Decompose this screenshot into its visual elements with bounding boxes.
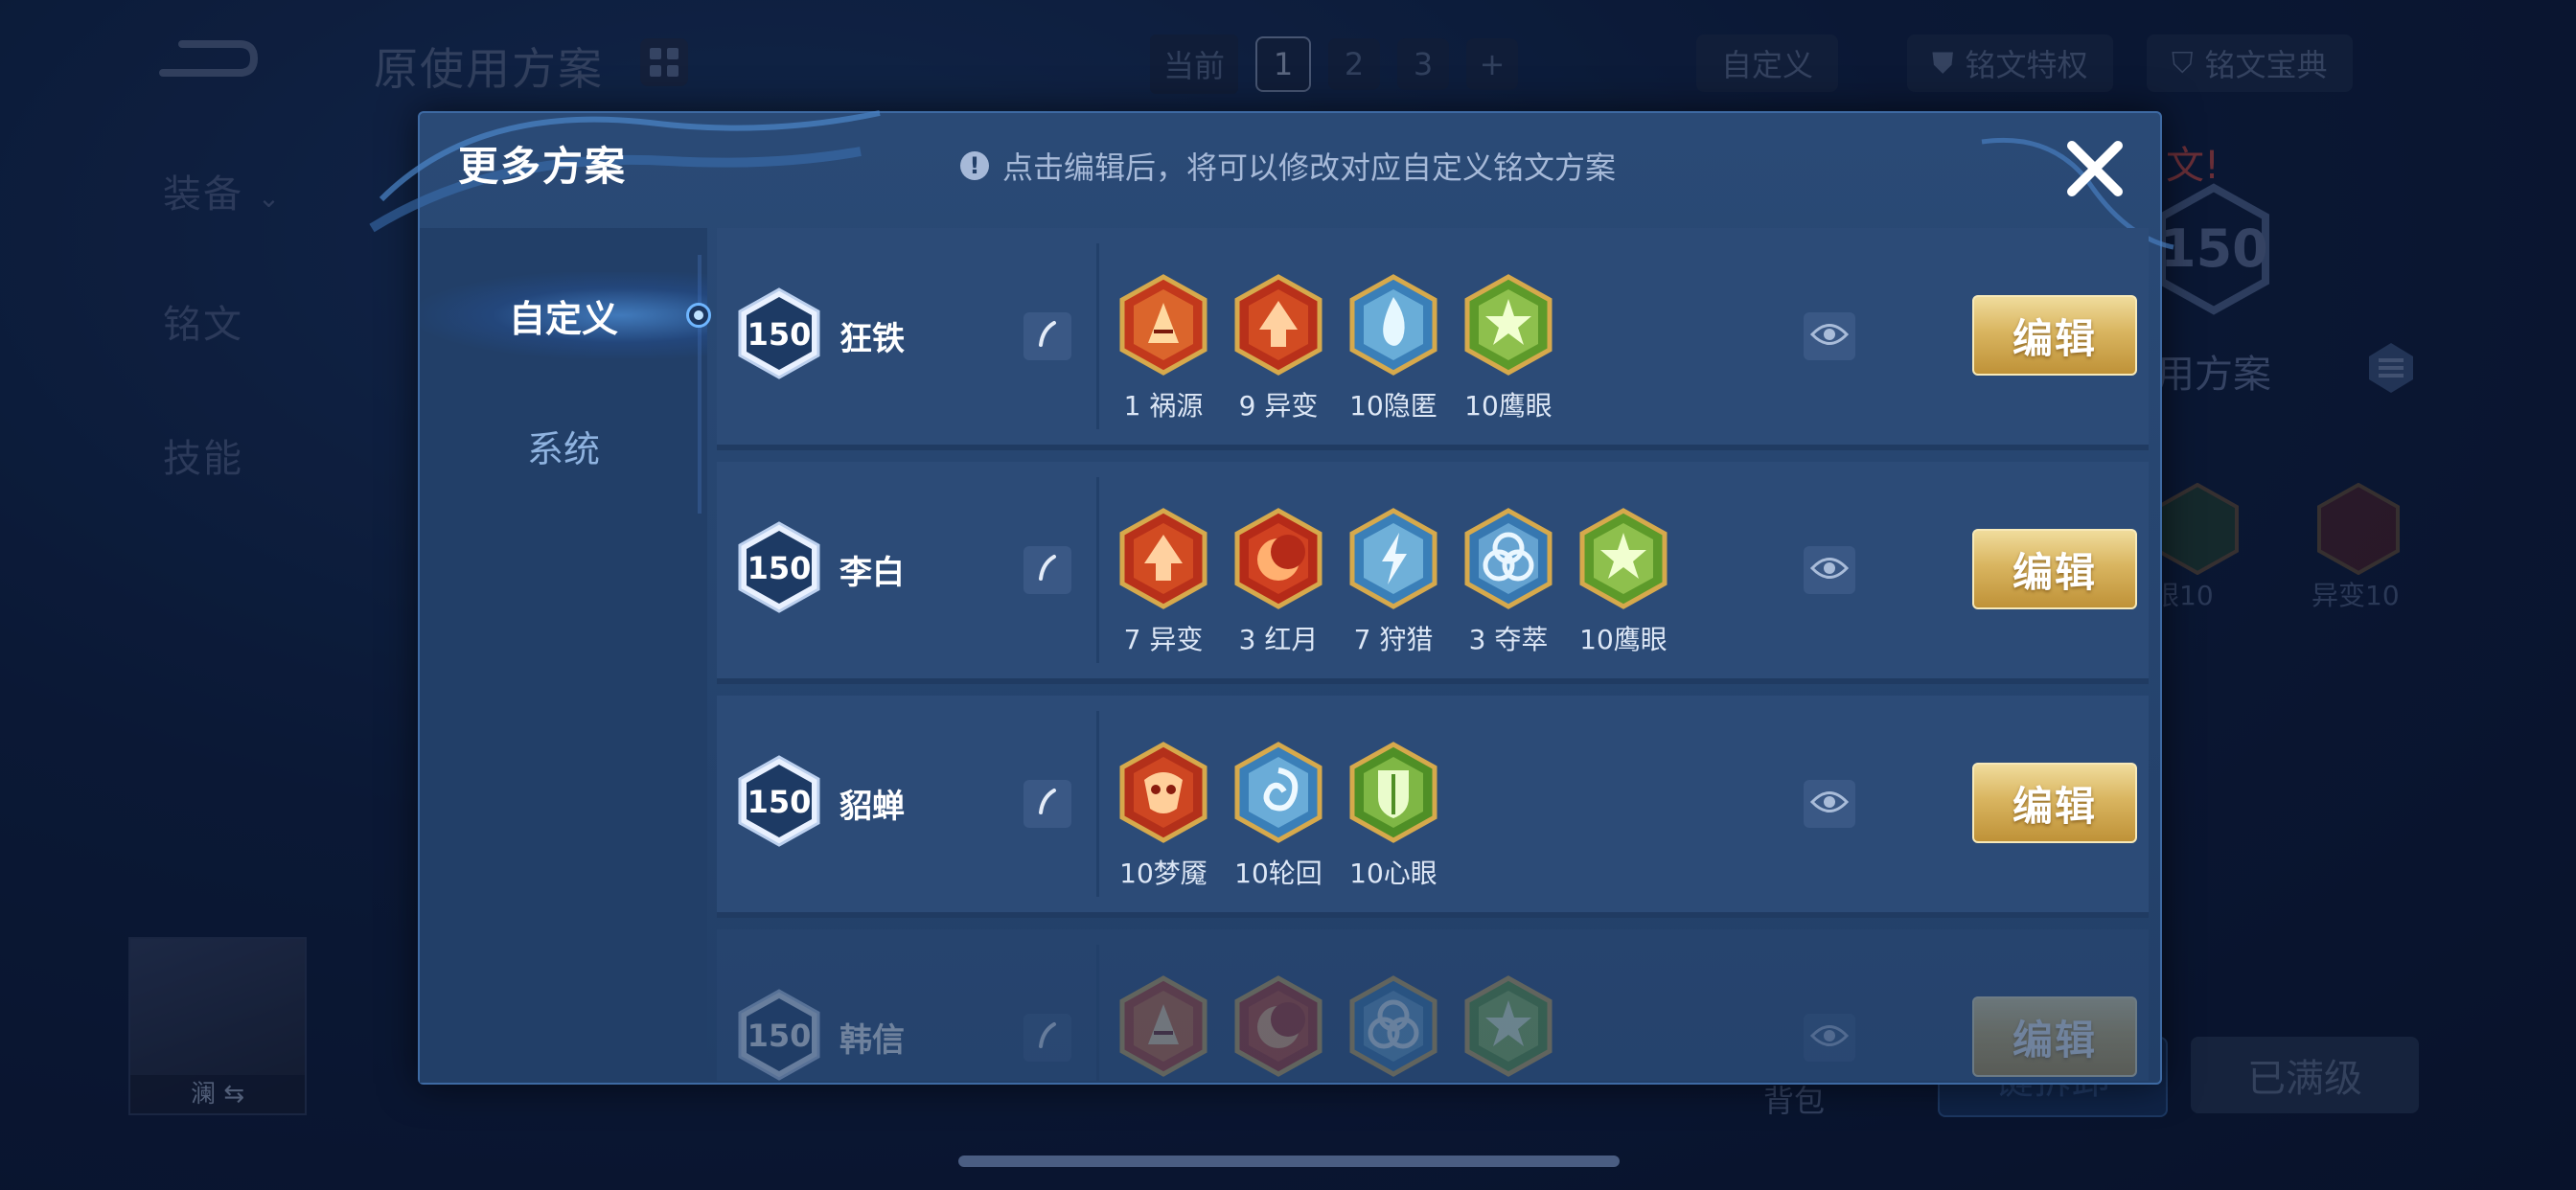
- rune-slot: 10隐匿: [1349, 274, 1438, 423]
- level-value: 150: [747, 784, 812, 820]
- rune-label: 7 狩猎: [1353, 624, 1434, 655]
- rename-button[interactable]: [1024, 780, 1071, 828]
- rune-icon: [1234, 274, 1322, 379]
- info-icon: !: [960, 151, 989, 180]
- preview-button[interactable]: [1804, 312, 1855, 360]
- plan-list: 150 狂铁 1 祸源 9 异变 10隐匿 10鹰眼 编辑 150 李白 7 异…: [717, 228, 2154, 1081]
- plan-hero-name: 貂蝉: [840, 788, 905, 826]
- rune-icon: [1234, 742, 1322, 847]
- rune-list: [1119, 975, 1552, 1081]
- rune-list: 7 异变 3 红月 7 狩猎 3 夺萃 10鹰眼: [1119, 508, 1668, 657]
- rune-slot: 3 红月: [1234, 508, 1322, 657]
- rune-icon: [1349, 274, 1438, 379]
- home-indicator: [958, 1156, 1620, 1167]
- hint-text: ! 点击编辑后，将可以修改对应自定义铭文方案: [960, 144, 1616, 188]
- plan-row: 150 貂蝉 10梦魇 10轮回 10心眼 编辑: [717, 696, 2149, 918]
- rune-label: 10梦魇: [1119, 858, 1208, 889]
- plan-hero-name: 韩信: [840, 1021, 905, 1060]
- level-value: 150: [747, 316, 812, 353]
- rune-label: 7 异变: [1123, 624, 1204, 655]
- rune-slot: 10鹰眼: [1579, 508, 1668, 657]
- rune-slot: [1464, 975, 1552, 1081]
- row-divider: [1096, 711, 1099, 897]
- plan-hero-name: 李白: [840, 554, 905, 592]
- tab-custom[interactable]: 自定义: [420, 272, 707, 358]
- level-badge: 150: [736, 753, 822, 849]
- level-value: 150: [747, 1018, 812, 1054]
- rune-slot: 3 夺萃: [1464, 508, 1552, 657]
- rune-slot: [1234, 975, 1322, 1081]
- level-value: 150: [747, 550, 812, 586]
- rune-slot: 1 祸源: [1119, 274, 1208, 423]
- plan-row: 150 李白 7 异变 3 红月 7 狩猎 3 夺萃 10鹰眼 编辑: [717, 462, 2149, 684]
- rune-slot: 7 狩猎: [1349, 508, 1438, 657]
- rune-slot: 10梦魇: [1119, 742, 1208, 891]
- eye-icon: [1809, 322, 1850, 351]
- edit-button[interactable]: 编辑: [1972, 996, 2137, 1077]
- rune-icon: [1464, 975, 1552, 1081]
- row-divider: [1096, 243, 1099, 429]
- eye-icon: [1809, 1023, 1850, 1052]
- pen-icon: [1033, 788, 1062, 820]
- eye-icon: [1809, 790, 1850, 818]
- rune-label: 3 红月: [1238, 624, 1319, 655]
- level-badge: 150: [736, 286, 822, 381]
- close-icon[interactable]: [2057, 130, 2133, 207]
- rune-slot: 7 异变: [1119, 508, 1208, 657]
- rune-label: 1 祸源: [1123, 390, 1204, 422]
- rune-slot: 10鹰眼: [1464, 274, 1552, 423]
- rune-icon: [1119, 274, 1208, 379]
- plan-hero-name: 狂铁: [840, 320, 905, 358]
- rune-icon: [1464, 508, 1552, 613]
- rune-icon: [1119, 742, 1208, 847]
- rune-label: 10隐匿: [1349, 390, 1438, 422]
- rune-icon: [1119, 975, 1208, 1081]
- rune-slot: [1349, 975, 1438, 1081]
- rune-slot: 9 异变: [1234, 274, 1322, 423]
- rune-label: 9 异变: [1238, 390, 1319, 422]
- active-tab-indicator: [686, 303, 711, 328]
- rune-icon: [1119, 508, 1208, 613]
- preview-button[interactable]: [1804, 1014, 1855, 1062]
- rune-slot: 10心眼: [1349, 742, 1438, 891]
- rune-icon: [1234, 508, 1322, 613]
- preview-button[interactable]: [1804, 780, 1855, 828]
- rune-slot: 10轮回: [1234, 742, 1322, 891]
- level-badge: 150: [736, 987, 822, 1081]
- rename-button[interactable]: [1024, 312, 1071, 360]
- rune-label: 3 夺萃: [1468, 624, 1549, 655]
- rename-button[interactable]: [1024, 546, 1071, 594]
- tab-system[interactable]: 系统: [420, 402, 707, 489]
- rune-label: 10轮回: [1234, 858, 1322, 889]
- rune-slot: [1119, 975, 1208, 1081]
- level-badge: 150: [736, 519, 822, 615]
- rune-icon: [1234, 975, 1322, 1081]
- rune-icon: [1349, 975, 1438, 1081]
- edit-button[interactable]: 编辑: [1972, 529, 2137, 609]
- eye-icon: [1809, 556, 1850, 584]
- rune-icon: [1349, 508, 1438, 613]
- rune-icon: [1464, 274, 1552, 379]
- edit-button[interactable]: 编辑: [1972, 295, 2137, 376]
- rune-list: 10梦魇 10轮回 10心眼: [1119, 742, 1438, 891]
- hint-label: 点击编辑后，将可以修改对应自定义铭文方案: [1002, 149, 1617, 186]
- rune-label: 10心眼: [1349, 858, 1438, 889]
- rune-label: 10鹰眼: [1579, 624, 1668, 655]
- rune-label: 10鹰眼: [1464, 390, 1552, 422]
- rename-button[interactable]: [1024, 1014, 1071, 1062]
- plan-row: 150 狂铁 1 祸源 9 异变 10隐匿 10鹰眼 编辑: [717, 228, 2149, 450]
- rune-icon: [1579, 508, 1668, 613]
- plan-row: 150 韩信 编辑: [717, 929, 2149, 1081]
- row-divider: [1096, 477, 1099, 663]
- pen-icon: [1033, 320, 1062, 353]
- rune-icon: [1349, 742, 1438, 847]
- modal-title: 更多方案: [458, 143, 628, 190]
- more-plans-modal: 更多方案 ! 点击编辑后，将可以修改对应自定义铭文方案 自定义 系统 150 狂…: [369, 110, 2174, 1085]
- pen-icon: [1033, 554, 1062, 586]
- edit-button[interactable]: 编辑: [1972, 763, 2137, 843]
- rune-list: 1 祸源 9 异变 10隐匿 10鹰眼: [1119, 274, 1552, 423]
- row-divider: [1096, 945, 1099, 1081]
- preview-button[interactable]: [1804, 546, 1855, 594]
- pen-icon: [1033, 1021, 1062, 1054]
